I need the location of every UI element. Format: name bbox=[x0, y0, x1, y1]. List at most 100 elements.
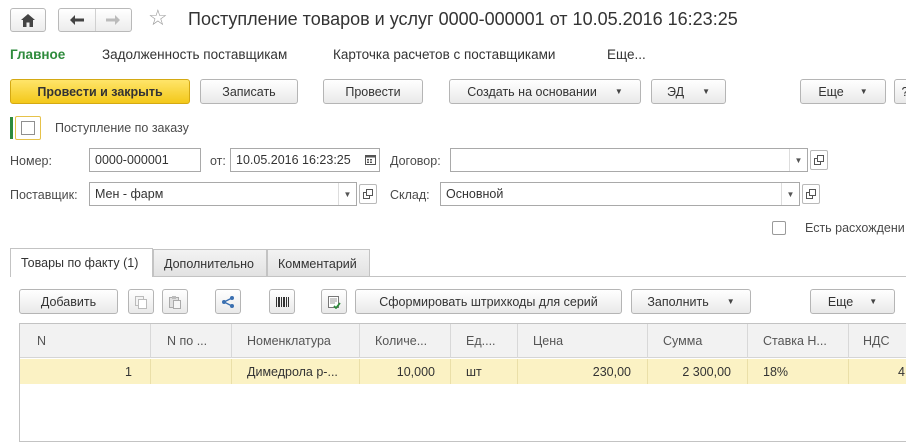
chevron-down-icon[interactable]: ▼ bbox=[789, 149, 807, 171]
more-label: Еще bbox=[818, 84, 844, 99]
cell-n[interactable]: 1 bbox=[20, 359, 151, 384]
supplier-value: Мен - фарм bbox=[95, 187, 164, 201]
discrepancies-label: Есть расхождени bbox=[805, 221, 905, 235]
column-header-unit[interactable]: Ед.... bbox=[451, 324, 518, 358]
date-field[interactable]: 10.05.2016 16:23:25 bbox=[230, 148, 380, 172]
warehouse-field[interactable]: Основной ▼ bbox=[440, 182, 800, 206]
arrow-right-icon bbox=[106, 15, 121, 25]
chevron-down-icon[interactable]: ▼ bbox=[338, 183, 356, 205]
section-main[interactable]: Главное bbox=[10, 47, 65, 62]
warehouse-label: Склад: bbox=[390, 188, 430, 202]
date-label: от: bbox=[210, 154, 226, 168]
share-button[interactable] bbox=[215, 289, 241, 314]
forward-button[interactable] bbox=[94, 9, 132, 31]
fill-button[interactable]: Заполнить ▼ bbox=[631, 289, 751, 314]
column-header-nomenclature[interactable]: Номенклатура bbox=[232, 324, 360, 358]
supplier-field[interactable]: Мен - фарм ▼ bbox=[89, 182, 357, 206]
cell-quantity[interactable]: 10,000 bbox=[360, 359, 451, 384]
number-value: 0000-000001 bbox=[95, 153, 169, 167]
ed-label: ЭД bbox=[667, 84, 685, 99]
back-button[interactable] bbox=[59, 9, 95, 31]
column-header-sum[interactable]: Сумма bbox=[648, 324, 748, 358]
supplier-label: Поставщик: bbox=[10, 188, 78, 202]
contract-field[interactable]: ▼ bbox=[450, 148, 808, 172]
navigation-arrows bbox=[58, 8, 132, 32]
cell-nomenclature[interactable]: Димедрола р-... bbox=[232, 359, 360, 384]
contract-open-button[interactable] bbox=[810, 150, 828, 170]
add-row-button[interactable]: Добавить bbox=[19, 289, 118, 314]
check-document-icon bbox=[328, 295, 341, 309]
home-button[interactable] bbox=[10, 8, 46, 32]
page-title: Поступление товаров и услуг 0000-000001 … bbox=[188, 9, 738, 29]
paste-icon bbox=[169, 295, 181, 309]
section-supplier-debt[interactable]: Задолженность поставщикам bbox=[102, 47, 287, 62]
cell-vat[interactable]: 4 bbox=[849, 359, 906, 384]
post-and-close-label: Провести и закрыть bbox=[37, 84, 163, 99]
table-header: N N по ... Номенклатура Количе... Ед....… bbox=[20, 324, 906, 358]
number-field[interactable]: 0000-000001 bbox=[89, 148, 201, 172]
cell-order-n[interactable] bbox=[151, 359, 232, 384]
discrepancies-checkbox[interactable] bbox=[772, 221, 786, 235]
post-and-close-button[interactable]: Провести и закрыть bbox=[10, 79, 190, 104]
create-based-on-button[interactable]: Создать на основании ▼ bbox=[449, 79, 641, 104]
cell-price[interactable]: 230,00 bbox=[518, 359, 648, 384]
add-label: Добавить bbox=[40, 294, 97, 309]
section-more[interactable]: Еще... bbox=[607, 47, 646, 62]
open-icon bbox=[814, 155, 824, 165]
contract-label: Договор: bbox=[390, 154, 441, 168]
chevron-down-icon: ▼ bbox=[702, 87, 710, 96]
star-icon[interactable]: ☆ bbox=[148, 7, 168, 29]
help-label: ? bbox=[902, 85, 906, 99]
warehouse-open-button[interactable] bbox=[802, 184, 820, 204]
cell-vat-rate[interactable]: 18% bbox=[748, 359, 849, 384]
calendar-icon[interactable] bbox=[361, 149, 379, 171]
column-header-quantity[interactable]: Количе... bbox=[360, 324, 451, 358]
arrow-left-icon bbox=[69, 15, 84, 25]
post-button[interactable]: Провести bbox=[323, 79, 423, 104]
table-more-button[interactable]: Еще ▼ bbox=[810, 289, 895, 314]
open-icon bbox=[363, 189, 373, 199]
post-label: Провести bbox=[345, 84, 401, 99]
column-header-price[interactable]: Цена bbox=[518, 324, 648, 358]
goods-table[interactable]: N N по ... Номенклатура Количе... Ед....… bbox=[19, 323, 906, 442]
column-header-n[interactable]: N bbox=[20, 324, 151, 358]
tab-comment[interactable]: Комментарий bbox=[267, 249, 370, 276]
supplier-open-button[interactable] bbox=[359, 184, 377, 204]
column-header-vat-rate[interactable]: Ставка Н... bbox=[748, 324, 849, 358]
by-order-checkbox[interactable] bbox=[21, 121, 35, 135]
chevron-down-icon: ▼ bbox=[869, 297, 878, 306]
chevron-down-icon: ▼ bbox=[614, 87, 623, 96]
date-value: 10.05.2016 16:23:25 bbox=[236, 153, 351, 167]
generate-barcodes-label: Сформировать штрихкоды для серий bbox=[379, 294, 598, 309]
table-row[interactable]: 1 Димедрола р-... 10,000 шт 230,00 2 300… bbox=[20, 359, 906, 384]
check-document-button[interactable] bbox=[321, 289, 347, 314]
chevron-down-icon: ▼ bbox=[859, 87, 868, 96]
chevron-down-icon: ▼ bbox=[726, 297, 735, 306]
generate-barcodes-button[interactable]: Сформировать штрихкоды для серий bbox=[355, 289, 622, 314]
create-based-on-label: Создать на основании bbox=[467, 84, 597, 99]
home-icon bbox=[21, 13, 35, 27]
fill-label: Заполнить bbox=[647, 294, 709, 309]
column-header-order-n[interactable]: N по ... bbox=[151, 324, 232, 358]
open-icon bbox=[806, 189, 816, 199]
cell-sum[interactable]: 2 300,00 bbox=[648, 359, 748, 384]
barcode-button[interactable] bbox=[269, 289, 295, 314]
more-button[interactable]: Еще ▼ bbox=[800, 79, 886, 104]
paste-button[interactable] bbox=[162, 289, 188, 314]
chevron-down-icon[interactable]: ▼ bbox=[781, 183, 799, 205]
warehouse-value: Основной bbox=[446, 187, 504, 201]
tab-goods-actual[interactable]: Товары по факту (1) bbox=[10, 248, 153, 277]
table-more-label: Еще bbox=[827, 294, 854, 309]
copy-icon bbox=[135, 295, 147, 309]
copy-button[interactable] bbox=[128, 289, 154, 314]
section-settlement-card[interactable]: Карточка расчетов с поставщиками bbox=[333, 47, 555, 62]
help-button[interactable]: ? bbox=[894, 79, 906, 104]
tab-additional[interactable]: Дополнительно bbox=[153, 249, 267, 276]
share-icon bbox=[222, 295, 234, 308]
ed-button[interactable]: ЭД ▼ bbox=[651, 79, 726, 104]
by-order-checkbox-frame[interactable] bbox=[15, 116, 41, 140]
save-button[interactable]: Записать bbox=[200, 79, 298, 104]
column-header-vat[interactable]: НДС bbox=[849, 324, 906, 358]
save-label: Записать bbox=[222, 84, 276, 99]
cell-unit[interactable]: шт bbox=[451, 359, 518, 384]
